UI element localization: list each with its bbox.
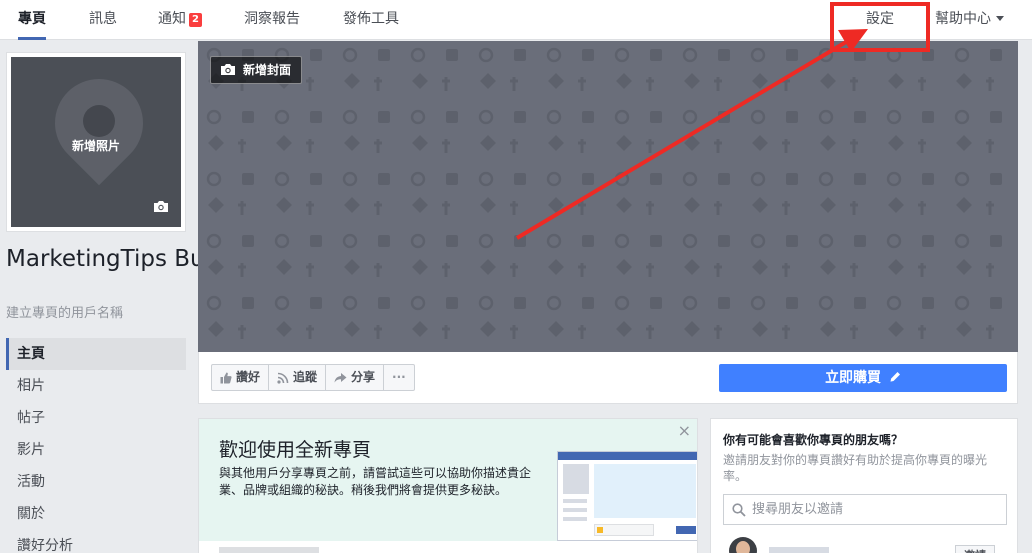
more-icon: ··· — [392, 370, 406, 384]
settings-highlight-box — [830, 2, 930, 52]
add-cover-label: 新增封面 — [243, 63, 292, 77]
search-friends-placeholder: 搜尋朋友以邀請 — [752, 502, 844, 517]
avatar[interactable] — [729, 537, 757, 553]
thumbs-up-icon — [220, 372, 232, 383]
sidebar-item-videos[interactable]: 影片 — [6, 434, 186, 466]
like-label: 讚好 — [236, 370, 261, 384]
tab-page-label: 專頁 — [18, 11, 46, 27]
more-options-button[interactable]: ··· — [384, 365, 414, 390]
rss-icon — [277, 372, 289, 384]
shop-now-label: 立即購買 — [825, 370, 882, 386]
sidebar-item-photos[interactable]: 相片 — [6, 370, 186, 402]
welcome-description: 與其他用戶分享專頁之前，請嘗試這些可以協助你描述貴企業、品牌或組織的秘訣。稍後我… — [219, 466, 532, 497]
profile-photo[interactable]: 新增照片 — [6, 52, 186, 232]
create-username-link[interactable]: 建立專頁的用戶名稱 — [6, 302, 123, 321]
camera-icon[interactable] — [153, 198, 169, 217]
page-sidebar-nav: 主頁 相片 帖子 影片 活動 關於 讚好分析 — [6, 338, 186, 553]
page-action-bar: 讚好 追蹤 分享 ··· 立即購買 — [198, 352, 1018, 404]
share-arrow-icon — [334, 372, 347, 382]
tab-page[interactable]: 專頁 — [18, 0, 46, 40]
search-icon — [732, 503, 746, 517]
tab-messages[interactable]: 訊息 — [89, 0, 117, 40]
chevron-down-icon — [996, 16, 1004, 21]
notification-badge: 2 — [189, 13, 202, 27]
tab-messages-label: 訊息 — [89, 11, 117, 27]
page-preview-illustration — [557, 451, 697, 541]
close-icon[interactable]: × — [678, 421, 691, 440]
tab-notifications[interactable]: 通知 2 — [158, 0, 202, 40]
tab-publishing-tools-label: 發佈工具 — [343, 11, 399, 27]
follow-label: 追蹤 — [293, 370, 318, 384]
tab-insights-label: 洞察報告 — [244, 11, 300, 27]
tab-insights[interactable]: 洞察報告 — [244, 0, 300, 40]
sidebar-item-events[interactable]: 活動 — [6, 466, 186, 498]
camera-icon — [221, 64, 235, 75]
share-button[interactable]: 分享 — [326, 365, 385, 390]
help-center-menu[interactable]: 幫助中心 — [935, 0, 1004, 40]
add-photo-label: 新增照片 — [71, 139, 120, 153]
share-label: 分享 — [351, 370, 376, 384]
invite-friends-description: 邀請朋友對你的專頁讚好有助於提高你專頁的曝光率。 — [723, 453, 988, 483]
help-center-label: 幫助中心 — [935, 11, 991, 27]
sidebar-item-likes[interactable]: 讚好分析 — [6, 530, 186, 553]
cover-photo[interactable]: 新增封面 — [198, 41, 1018, 352]
welcome-title: 歡迎使用全新專頁 — [219, 439, 372, 461]
tab-publishing-tools[interactable]: 發佈工具 — [343, 0, 399, 40]
sidebar-item-about[interactable]: 關於 — [6, 498, 186, 530]
welcome-next-section — [219, 547, 319, 553]
tab-notifications-label: 通知 — [158, 11, 186, 27]
profile-photo-placeholder: 新增照片 — [11, 57, 181, 227]
page-actions-group: 讚好 追蹤 分享 ··· — [211, 364, 415, 391]
add-cover-button[interactable]: 新增封面 — [210, 56, 303, 84]
location-pin-hole — [83, 105, 115, 137]
welcome-card: 歡迎使用全新專頁 與其他用戶分享專頁之前，請嘗試這些可以協助你描述貴企業、品牌或… — [198, 418, 698, 553]
shop-now-button[interactable]: 立即購買 — [719, 364, 1007, 392]
like-button[interactable]: 讚好 — [212, 365, 270, 390]
search-friends-input[interactable]: 搜尋朋友以邀請 — [723, 494, 1007, 525]
sidebar-item-home[interactable]: 主頁 — [6, 338, 186, 370]
follow-button[interactable]: 追蹤 — [269, 365, 327, 390]
pencil-icon — [890, 372, 900, 382]
cover-pattern — [198, 41, 1018, 352]
friend-name-obscured[interactable] — [769, 547, 829, 553]
invite-friends-title: 你有可能會喜歡你專頁的朋友嗎？ — [723, 433, 904, 447]
invite-friends-card: 你有可能會喜歡你專頁的朋友嗎？ 邀請朋友對你的專頁讚好有助於提高你專頁的曝光率。… — [710, 418, 1018, 553]
invite-button[interactable]: 邀請 — [955, 545, 995, 553]
sidebar-item-posts[interactable]: 帖子 — [6, 402, 186, 434]
